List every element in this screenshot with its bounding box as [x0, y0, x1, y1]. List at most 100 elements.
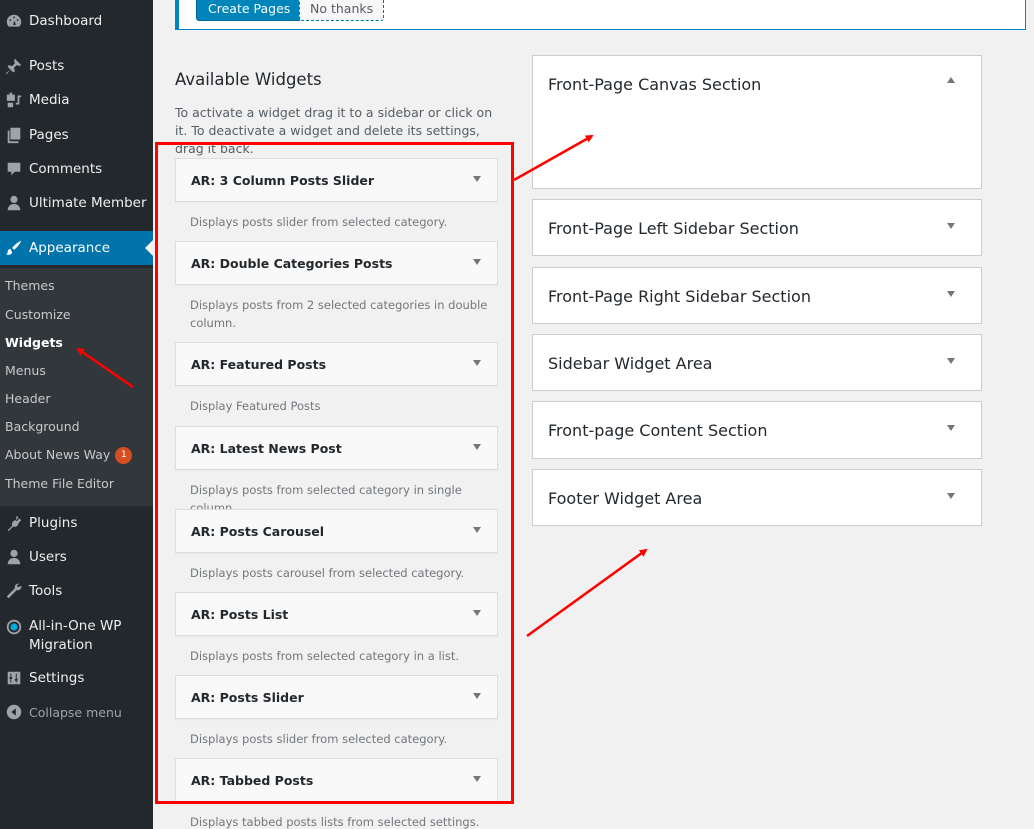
menu-label: Users [29, 549, 67, 565]
collapse-menu-button[interactable]: Collapse menu [0, 695, 153, 729]
submenu-item-about-news-way[interactable]: About News Way 1 [5, 447, 133, 464]
menu-item-all-in-one-wp-migration[interactable]: All-in-One WP Migration [0, 615, 153, 659]
menu-item-plugins[interactable]: Plugins [0, 506, 153, 540]
widget-item[interactable]: AR: Double Categories Posts [175, 241, 498, 285]
submenu-label: About News Way [5, 447, 111, 462]
widget-item[interactable]: AR: Latest News Post [175, 426, 498, 470]
pages-icon [4, 125, 24, 145]
menu-label: Appearance [29, 240, 111, 256]
available-widgets-description: To activate a widget drag it to a sideba… [175, 105, 493, 156]
annotation-arrow-footer [526, 548, 648, 638]
widget-item[interactable]: AR: Posts Slider [175, 675, 498, 719]
menu-label: All-in-One WP Migration [29, 617, 121, 655]
widget-description: Display Featured Posts [190, 399, 321, 413]
widget-description: Displays posts carousel from selected ca… [190, 566, 465, 580]
widget-description: Displays posts slider from selected cate… [190, 732, 448, 746]
submenu-item-header[interactable]: Header [5, 391, 51, 406]
menu-label-line2: Migration [29, 637, 93, 653]
menu-item-posts[interactable]: Posts [0, 49, 153, 83]
menu-label-line1: All-in-One WP [29, 618, 122, 634]
widget-title: AR: Double Categories Posts [191, 256, 393, 271]
widget-area-title: Front-page Content Section [548, 421, 768, 440]
widget-toggle-arrow-icon[interactable] [473, 776, 481, 782]
submenu-item-theme-file-editor[interactable]: Theme File Editor [5, 476, 114, 491]
comment-icon [4, 159, 24, 179]
user-icon [4, 193, 24, 213]
menu-item-tools[interactable]: Tools [0, 574, 153, 608]
widget-description: Displays posts from 2 selected categorie… [190, 298, 488, 330]
widget-item[interactable]: AR: Tabbed Posts [175, 758, 498, 802]
expand-arrow-icon[interactable] [947, 223, 955, 229]
menu-label: Dashboard [29, 13, 103, 29]
widget-toggle-arrow-icon[interactable] [473, 259, 481, 265]
submenu-item-widgets[interactable]: Widgets [5, 335, 63, 350]
widget-area-sidebar[interactable]: Sidebar Widget Area [532, 334, 982, 391]
wrench-icon [4, 581, 24, 601]
media-icon [4, 90, 24, 110]
widget-area-title: Front-Page Right Sidebar Section [548, 287, 811, 306]
users-icon [4, 547, 24, 567]
available-widgets-title: Available Widgets [175, 70, 322, 89]
widget-item[interactable]: AR: Posts Carousel [175, 509, 498, 553]
widget-title: AR: Posts Slider [191, 690, 304, 705]
submenu-item-customize[interactable]: Customize [5, 307, 71, 322]
widget-item[interactable]: AR: 3 Column Posts Slider [175, 158, 498, 202]
menu-item-pages[interactable]: Pages [0, 118, 153, 152]
collapse-arrow-icon[interactable] [947, 77, 955, 83]
menu-item-media[interactable]: Media [0, 83, 153, 117]
widget-toggle-arrow-icon[interactable] [473, 527, 481, 533]
submenu-item-themes[interactable]: Themes [5, 278, 55, 293]
widget-title: AR: Tabbed Posts [191, 773, 314, 788]
no-thanks-button[interactable]: No thanks [299, 0, 385, 21]
create-pages-notice: Create Pages No thanks [175, 0, 1026, 30]
migration-icon [4, 617, 24, 637]
widget-area-front-page-canvas[interactable]: Front-Page Canvas Section [532, 55, 982, 189]
widget-area-front-page-right-sidebar[interactable]: Front-Page Right Sidebar Section [532, 267, 982, 324]
create-pages-button[interactable]: Create Pages [196, 0, 303, 21]
widget-area-title: Footer Widget Area [548, 489, 703, 508]
expand-arrow-icon[interactable] [947, 493, 955, 499]
widget-area-front-page-content[interactable]: Front-page Content Section [532, 401, 982, 459]
widget-title: AR: Latest News Post [191, 441, 342, 456]
collapse-label: Collapse menu [29, 704, 122, 720]
submenu-item-menus[interactable]: Menus [5, 363, 46, 378]
widget-item[interactable]: AR: Posts List [175, 592, 498, 636]
widget-title: AR: Featured Posts [191, 357, 327, 372]
widget-toggle-arrow-icon[interactable] [473, 610, 481, 616]
expand-arrow-icon[interactable] [947, 425, 955, 431]
appearance-submenu: Themes Customize Widgets Menus Header Ba… [0, 268, 153, 506]
menu-label: Ultimate Member [29, 195, 147, 211]
menu-item-users[interactable]: Users [0, 540, 153, 574]
widget-toggle-arrow-icon[interactable] [473, 693, 481, 699]
menu-label: Media [29, 92, 70, 108]
plugin-icon [4, 513, 24, 533]
widget-title: AR: Posts Carousel [191, 524, 325, 539]
menu-item-settings[interactable]: Settings [0, 661, 153, 695]
widget-toggle-arrow-icon[interactable] [473, 360, 481, 366]
widget-area-front-page-left-sidebar[interactable]: Front-Page Left Sidebar Section [532, 199, 982, 256]
widget-area-footer[interactable]: Footer Widget Area [532, 469, 982, 526]
menu-item-dashboard[interactable]: Dashboard [0, 4, 153, 38]
menu-label: Posts [29, 58, 65, 74]
menu-label: Tools [29, 583, 63, 599]
menu-label: Settings [29, 670, 85, 686]
widget-item[interactable]: AR: Featured Posts [175, 342, 498, 386]
widget-toggle-arrow-icon[interactable] [473, 176, 481, 182]
settings-icon [4, 668, 24, 688]
submenu-item-background[interactable]: Background [5, 419, 80, 434]
update-count-badge: 1 [115, 447, 133, 464]
menu-item-comments[interactable]: Comments [0, 152, 153, 186]
widget-area-title: Front-Page Canvas Section [548, 75, 762, 94]
widget-description: Displays tabbed posts lists from selecte… [190, 815, 480, 829]
widget-description: Displays posts slider from selected cate… [190, 215, 448, 229]
menu-item-appearance[interactable]: Appearance [0, 231, 153, 265]
expand-arrow-icon[interactable] [947, 358, 955, 364]
menu-item-ultimate-member[interactable]: Ultimate Member [0, 186, 153, 220]
expand-arrow-icon[interactable] [947, 291, 955, 297]
widget-title: AR: 3 Column Posts Slider [191, 173, 375, 188]
admin-sidebar: Dashboard Posts Media Pages Comments Ult… [0, 0, 153, 829]
widget-toggle-arrow-icon[interactable] [473, 444, 481, 450]
pin-icon [4, 56, 24, 76]
widget-area-title: Sidebar Widget Area [548, 354, 713, 373]
menu-label: Plugins [29, 515, 78, 531]
